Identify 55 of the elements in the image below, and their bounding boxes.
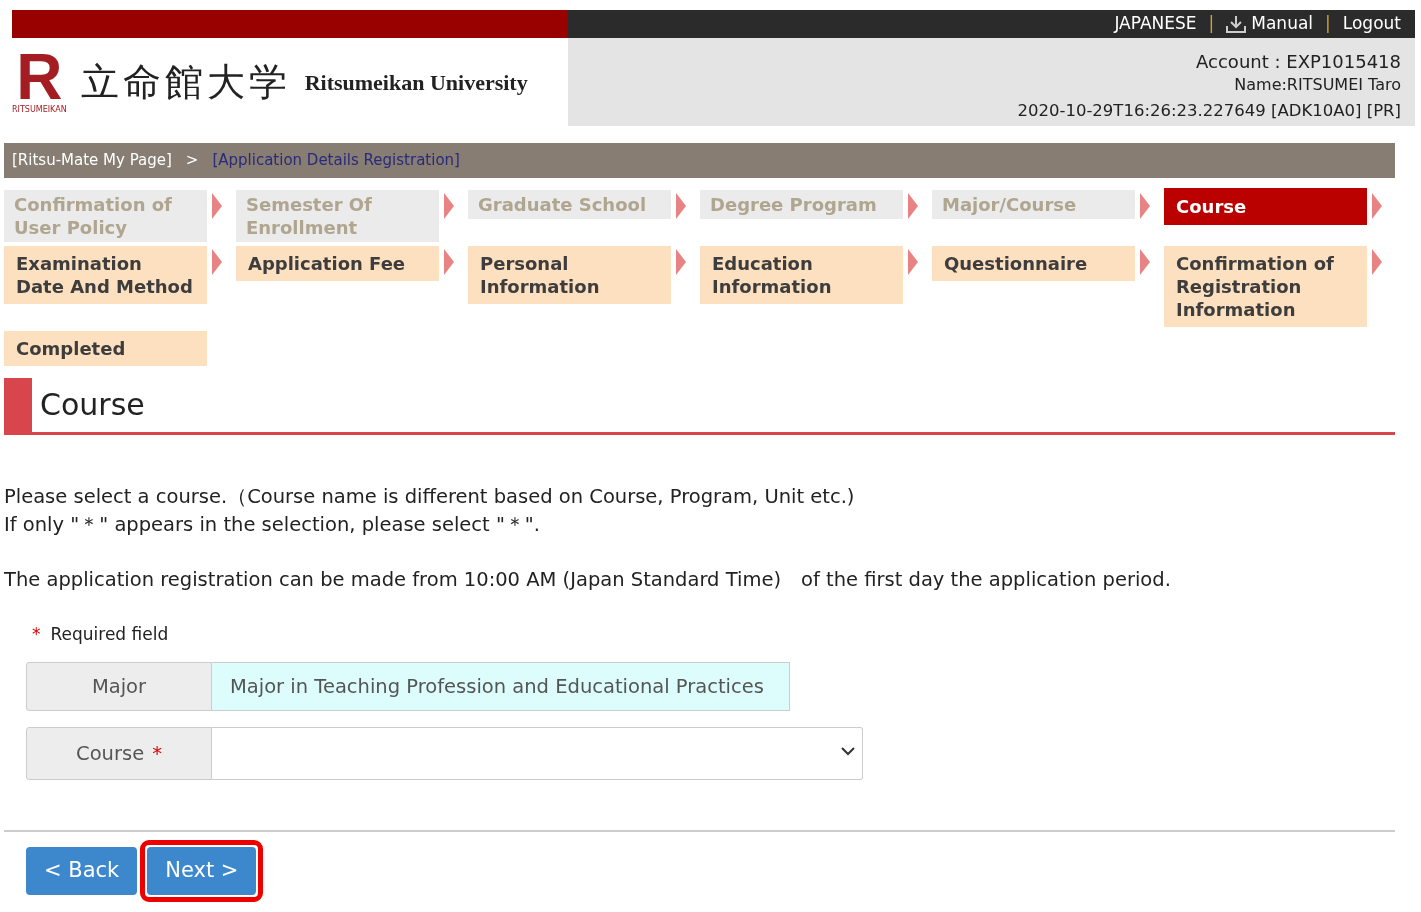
breadcrumb-separator: >	[185, 150, 199, 172]
step-item: Confirmation of User Policy	[4, 190, 207, 242]
course-select[interactable]	[212, 726, 863, 780]
step-arrow-icon	[212, 249, 222, 275]
step-arrow-icon	[1372, 249, 1382, 275]
top-link[interactable]: Manual	[1226, 11, 1314, 37]
step-arrow-icon	[212, 193, 222, 219]
step-arrow-icon	[676, 193, 686, 219]
user-name: Name:RITSUMEI Taro	[1233, 74, 1401, 96]
required-note: Required field	[50, 624, 169, 644]
instruction-text: If only "＊" appears in the selection, please select "＊".	[4, 512, 541, 538]
session-info: 2020-10-29T16:26:23.227649 [ADK10A0] [PR]	[1016, 99, 1401, 122]
step-arrow-icon	[444, 249, 454, 275]
step-arrow-icon	[1140, 193, 1150, 219]
step-item: Course	[1164, 188, 1367, 225]
nav-button[interactable]: Next >	[147, 846, 257, 895]
link-separator: |	[1208, 12, 1215, 36]
field-label-text: Course	[76, 740, 145, 767]
university-name: 立命館大学	[80, 58, 291, 106]
required-mark: *	[32, 624, 41, 644]
step-item: Personal Information	[468, 246, 671, 304]
step-arrow-icon	[676, 249, 686, 275]
nav-button[interactable]: < Back	[26, 846, 138, 895]
top-link[interactable]: JAPANESE	[1114, 11, 1197, 37]
chevron-down-icon	[841, 746, 855, 756]
required-mark: *	[152, 740, 162, 767]
section-heading: Course	[39, 387, 145, 423]
step-arrow-icon	[1140, 249, 1150, 275]
step-item: Degree Program	[700, 190, 903, 219]
step-item: Examination Date And Method	[4, 246, 207, 304]
field-label: Major	[26, 661, 212, 711]
step-item: Semester Of Enrollment	[236, 190, 439, 242]
step-arrow-icon	[444, 193, 454, 219]
step-item: Education Information	[700, 246, 903, 304]
instruction-text: The application registration can be made from 10:00 AM (Japan Standard Time) of the first day the application period.	[4, 567, 1172, 593]
step-arrow-icon	[908, 249, 918, 275]
university-name: Ritsumeikan University	[304, 68, 528, 97]
top-link[interactable]: Logout	[1342, 11, 1401, 37]
instruction-text: Please select a course.（Course name is different based on Course, Program, Unit etc.)	[4, 484, 856, 510]
step-item: Confirmation of Registration Information	[1164, 246, 1367, 327]
logo-mark: R	[16, 49, 63, 105]
account-id: Account : EXP1015418	[1195, 50, 1401, 74]
link-label[interactable]: Manual	[1251, 11, 1314, 37]
step-item: Application Fee	[236, 246, 439, 281]
breadcrumb-link[interactable]: [Ritsu-Mate My Page]	[12, 149, 172, 172]
logo-caption: RITSUMEIKAN	[12, 105, 67, 115]
step-item: Questionnaire	[932, 246, 1135, 281]
field-value: Major in Teaching Profession and Educational Practices	[212, 661, 790, 711]
download-icon	[1226, 15, 1247, 33]
link-separator: |	[1325, 12, 1331, 36]
step-item: Completed	[4, 331, 207, 366]
step-item: Major/Course	[932, 190, 1135, 219]
step-arrow-icon	[908, 193, 918, 219]
step-item: Graduate School	[468, 190, 671, 219]
step-arrow-icon	[1372, 193, 1382, 219]
